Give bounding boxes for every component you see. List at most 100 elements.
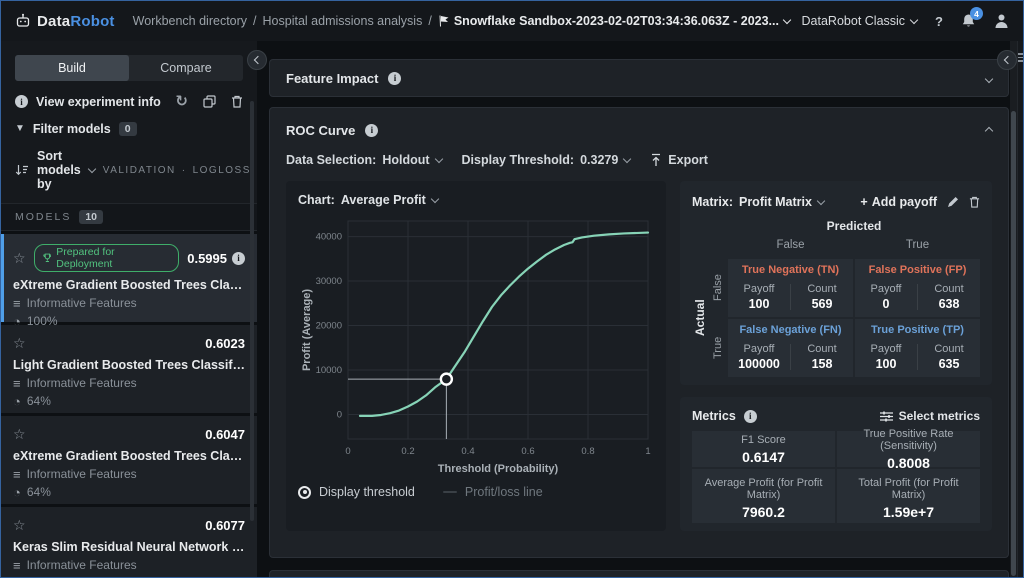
true-negative-cell: True Negative (TN) Payoff 100 Count xyxy=(728,259,853,317)
sample-pie-icon: ◔ xyxy=(13,486,21,499)
model-featurelist: ≡ Informative Features xyxy=(13,558,245,572)
breadcrumb: Workbench directory / Hospital admission… xyxy=(133,14,790,28)
model-card[interactable]: ☆ 0.6077 Keras Slim Residual Neural Netw… xyxy=(1,507,257,577)
tn-count-value: 569 xyxy=(812,297,833,311)
featurelist-icon: ≡ xyxy=(13,377,21,390)
view-experiment-info-link[interactable]: View experiment info xyxy=(36,95,161,109)
metric-average-profit: Average Profit (for Profit Matrix) 7960.… xyxy=(692,469,835,523)
add-payoff-button[interactable]: + Add payoff xyxy=(860,195,937,209)
info-icon[interactable]: i xyxy=(388,72,401,85)
datarobot-logo[interactable]: DataRobot xyxy=(15,13,115,30)
right-panel-collapse-button[interactable] xyxy=(997,50,1017,70)
logo-wordmark: DataRobot xyxy=(37,13,115,30)
refresh-icon[interactable]: ↻ xyxy=(175,94,188,109)
matrix-dropdown[interactable]: Matrix: Profit Matrix xyxy=(692,195,824,209)
filter-models-label: Filter models xyxy=(33,122,111,136)
sidebar-scrollbar[interactable] xyxy=(250,101,254,521)
svg-text:0.8: 0.8 xyxy=(581,446,594,457)
user-profile-button[interactable] xyxy=(994,13,1009,29)
notifications-button[interactable]: 4 xyxy=(961,13,976,29)
breadcrumb-current-experiment[interactable]: Snowflake Sandbox-2023-02-02T03:34:36.06… xyxy=(438,14,790,28)
featurelist-icon: ≡ xyxy=(13,297,21,310)
svg-text:1: 1 xyxy=(645,446,650,457)
metrics-grid: F1 Score 0.6147 True Positive Rate (Sens… xyxy=(692,431,980,523)
trash-icon[interactable] xyxy=(231,95,243,108)
tp-payoff-value: 100 xyxy=(876,357,897,371)
sidebar-collapse-button[interactable] xyxy=(247,50,267,70)
actual-true-label: True xyxy=(710,319,726,377)
fp-count-value: 638 xyxy=(939,297,960,311)
main-scrollbar-thumb[interactable] xyxy=(1011,111,1016,576)
star-icon[interactable]: ☆ xyxy=(13,250,26,267)
chevron-left-icon xyxy=(1004,56,1012,64)
sort-models-label[interactable]: Sort models by xyxy=(37,149,81,191)
datarobot-classic-menu[interactable]: DataRobot Classic xyxy=(802,14,918,28)
model-card-selected[interactable]: ☆ Prepared for Deployment 0.5995 i eXtre… xyxy=(1,234,257,322)
model-featurelist: ≡ Informative Features xyxy=(13,296,245,310)
delete-payoff-icon[interactable] xyxy=(969,196,980,208)
fn-payoff-value: 100000 xyxy=(738,357,780,371)
model-sample-size: ◔ 64% xyxy=(13,394,245,408)
tp-count-value: 635 xyxy=(939,357,960,371)
svg-text:0: 0 xyxy=(337,410,342,421)
roc-curve-panel: ROC Curve i Data Selection: Holdout Disp… xyxy=(269,107,1009,558)
chart-type-dropdown[interactable]: Chart: Average Profit xyxy=(298,193,654,207)
chevron-down-icon[interactable] xyxy=(985,75,993,83)
feature-impact-title: Feature Impact xyxy=(286,71,378,86)
chevron-down-icon xyxy=(910,15,918,23)
roc-toolbar: Data Selection: Holdout Display Threshol… xyxy=(270,145,1008,181)
sample-pie-icon: ◔ xyxy=(13,395,21,408)
svg-text:0: 0 xyxy=(345,446,350,457)
sample-pie-icon: ◔ xyxy=(13,577,21,578)
tab-compare[interactable]: Compare xyxy=(129,55,243,81)
main-content: Feature Impact i ROC Curve i Data Select… xyxy=(257,41,1023,577)
filter-models-row[interactable]: ▼ Filter models 0 xyxy=(1,122,257,136)
data-selection-dropdown[interactable]: Data Selection: Holdout xyxy=(286,153,442,167)
model-card[interactable]: ☆ 0.6047 eXtreme Gradient Boosted Trees … xyxy=(1,416,257,504)
profit-loss-line-toggle[interactable]: Profit/loss line xyxy=(443,485,543,499)
models-count-header: MODELS 10 xyxy=(1,203,257,231)
roc-curve-header[interactable]: ROC Curve i xyxy=(270,108,1008,145)
metrics-card: Metrics i Select metrics xyxy=(680,397,992,531)
experiment-flag-icon xyxy=(438,15,449,27)
top-navbar: DataRobot Workbench directory / Hospital… xyxy=(1,1,1023,41)
info-icon[interactable]: i xyxy=(365,124,378,137)
display-threshold-toggle[interactable]: Display threshold xyxy=(298,485,415,499)
right-edge-strip xyxy=(1017,41,1024,577)
notification-count-badge: 4 xyxy=(970,7,983,20)
featurelist-icon: ≡ xyxy=(13,559,21,572)
info-icon[interactable]: i xyxy=(15,95,28,108)
svg-text:0.4: 0.4 xyxy=(461,446,474,457)
info-icon[interactable]: i xyxy=(232,252,245,265)
svg-text:40000: 40000 xyxy=(316,232,342,243)
predicted-true-label: True xyxy=(855,239,980,257)
svg-text:0.6: 0.6 xyxy=(521,446,534,457)
edit-payoff-icon[interactable] xyxy=(947,196,959,208)
confusion-matrix: Predicted False True Actual False True T… xyxy=(692,215,980,377)
duplicate-icon[interactable] xyxy=(203,95,216,108)
right-strip-menu-icon[interactable] xyxy=(1018,53,1023,64)
export-icon xyxy=(650,153,662,167)
select-metrics-button[interactable]: Select metrics xyxy=(880,409,980,423)
profit-chart-card: Chart: Average Profit 00.20.40.60.810100… xyxy=(286,181,666,531)
info-icon[interactable]: i xyxy=(744,410,757,423)
star-icon[interactable]: ☆ xyxy=(13,426,26,443)
star-icon[interactable]: ☆ xyxy=(13,335,26,352)
breadcrumb-usecase[interactable]: Hospital admissions analysis xyxy=(263,14,423,28)
star-icon[interactable]: ☆ xyxy=(13,517,26,534)
export-button[interactable]: Export xyxy=(650,153,708,167)
breadcrumb-workbench[interactable]: Workbench directory xyxy=(133,14,247,28)
trophy-icon xyxy=(43,253,52,263)
profit-matrix-card: Matrix: Profit Matrix + Add payoff xyxy=(680,181,992,385)
display-threshold-dropdown[interactable]: Display Threshold: 0.3279 xyxy=(462,153,631,167)
feature-impact-panel[interactable]: Feature Impact i xyxy=(269,59,1009,97)
model-title: eXtreme Gradient Boosted Trees Classifie… xyxy=(13,278,245,292)
metric-total-profit: Total Profit (for Profit Matrix) 1.59e+7 xyxy=(837,469,980,523)
model-card[interactable]: ☆ 0.6023 Light Gradient Boosted Trees Cl… xyxy=(1,325,257,413)
tab-build[interactable]: Build xyxy=(15,55,129,81)
average-profit-chart[interactable]: 00.20.40.60.81010000200003000040000Thres… xyxy=(298,211,654,483)
navbar-right: DataRobot Classic ? 4 xyxy=(802,13,1009,29)
model-sample-size: ◔ 64% xyxy=(13,576,245,577)
chevron-up-icon[interactable] xyxy=(985,127,993,135)
help-button[interactable]: ? xyxy=(935,14,943,29)
